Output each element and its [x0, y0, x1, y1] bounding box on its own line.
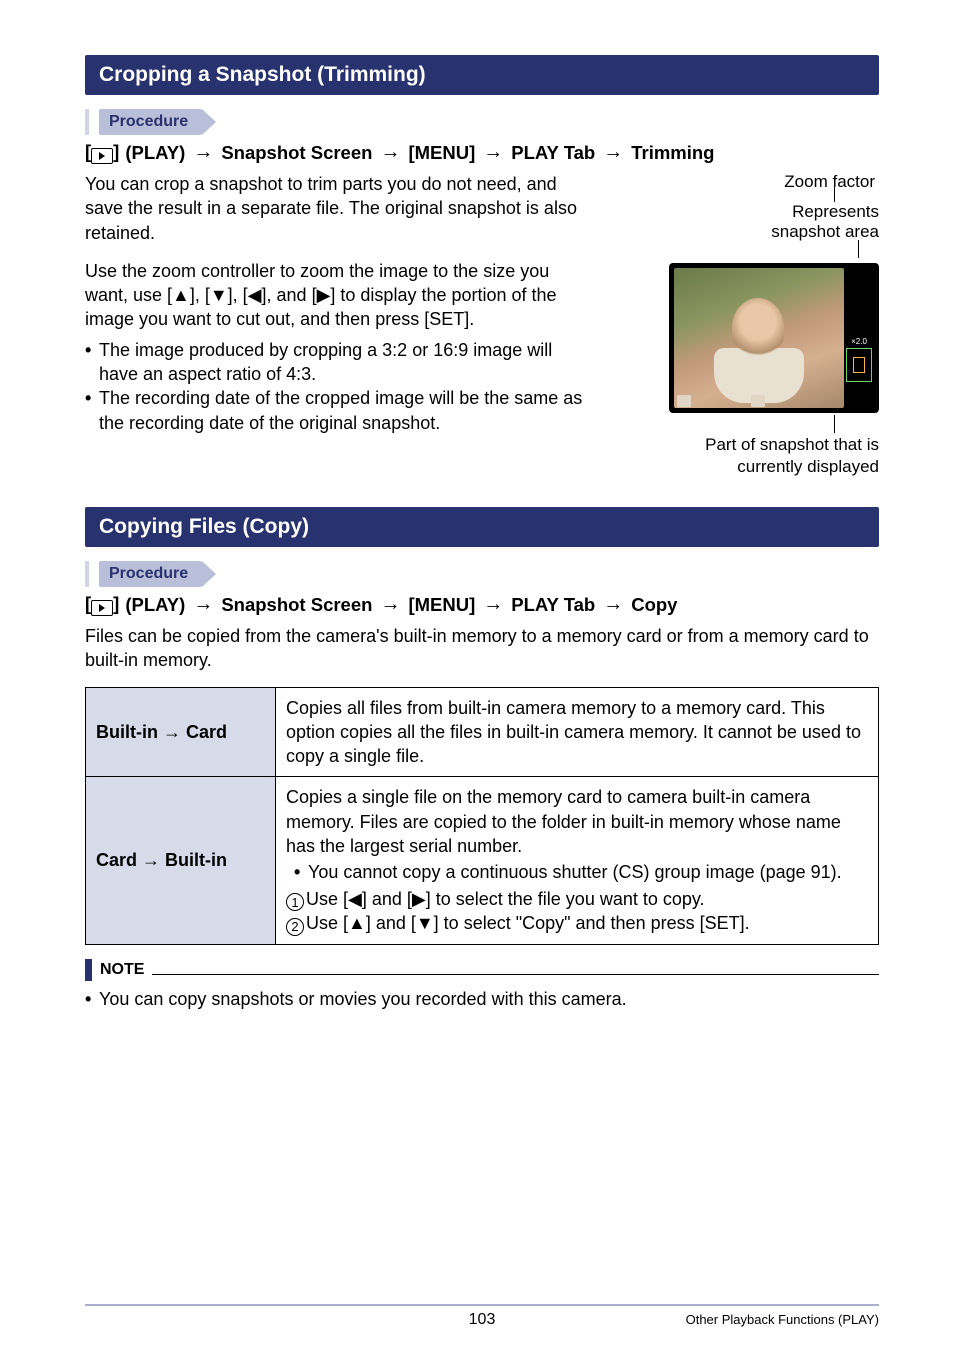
minimap-inner — [853, 357, 865, 373]
part-label-1: Part of snapshot that is — [705, 435, 879, 455]
represents-label-2: snapshot area — [771, 222, 879, 242]
breadcrumb-2: [] (PLAY) → Snapshot Screen → [MENU] → P… — [85, 593, 879, 616]
breadcrumb-step: Snapshot Screen — [221, 142, 372, 164]
note-rule — [152, 974, 879, 975]
copy-table: Built-in → Card Copies all files from bu… — [85, 687, 879, 945]
procedure-row-1: Procedure — [85, 109, 879, 135]
breadcrumb-step: Trimming — [631, 142, 714, 164]
breadcrumb-step: [MENU] — [408, 594, 475, 616]
section1-bullets: The image produced by cropping a 3:2 or … — [85, 338, 589, 435]
note-label: NOTE — [100, 961, 144, 979]
breadcrumb-arrow: → — [193, 141, 213, 164]
section1-bullet: The recording date of the cropped image … — [85, 386, 589, 435]
section1-right: Zoom factor Represents snapshot area ×2.… — [609, 172, 879, 477]
procedure-pill-arrow — [202, 109, 216, 135]
represents-label-1: Represents — [792, 202, 879, 222]
procedure-pill: Procedure — [99, 561, 216, 587]
row-label: Built-in → Card — [86, 687, 276, 777]
row-label: Card → Built-in — [86, 777, 276, 944]
breadcrumb-arrow: → — [603, 593, 623, 616]
thumbnail-minimap: ×2.0 — [845, 337, 873, 407]
represents-pointer — [858, 240, 859, 258]
section1-left: You can crop a snapshot to trim parts yo… — [85, 172, 589, 477]
row-label-arrow: → — [163, 722, 186, 742]
breadcrumb-step: Copy — [631, 594, 677, 616]
row2-bullet: You cannot copy a continuous shutter (CS… — [294, 860, 868, 884]
thumb-icon — [751, 395, 765, 407]
section1-bullet: The image produced by cropping a 3:2 or … — [85, 338, 589, 387]
procedure-pill: Procedure — [99, 109, 216, 135]
note-accent-bar — [85, 959, 92, 981]
section1-para2: Use the zoom controller to zoom the imag… — [85, 259, 589, 332]
play-icon — [91, 148, 113, 164]
thumb-icon — [677, 395, 691, 407]
row2-step2-text: Use [▲] and [▼] to select "Copy" and the… — [306, 913, 750, 933]
row-desc: Copies a single file on the memory card … — [276, 777, 879, 944]
row-label-right: Card — [186, 722, 227, 742]
row-desc: Copies all files from built-in camera me… — [276, 687, 879, 777]
procedure-pill-arrow — [202, 561, 216, 587]
circled-2-icon: 2 — [286, 918, 304, 936]
part-label-2: currently displayed — [737, 457, 879, 477]
play-icon — [91, 600, 113, 616]
breadcrumb-play-prefix: [] — [85, 141, 119, 164]
row2-step2: 2Use [▲] and [▼] to select "Copy" and th… — [286, 911, 868, 936]
thumbnail-preview: ×2.0 — [669, 263, 879, 413]
breadcrumb-1: [] (PLAY) → Snapshot Screen → [MENU] → P… — [85, 141, 879, 164]
circled-1-icon: 1 — [286, 893, 304, 911]
note-item: You can copy snapshots or movies you rec… — [85, 987, 879, 1011]
breadcrumb-arrow: → — [483, 141, 503, 164]
part-pointer — [834, 415, 835, 433]
procedure-accent-bar — [85, 561, 95, 587]
page-footer: 103 Other Playback Functions (PLAY) — [85, 1304, 879, 1327]
breadcrumb-arrow: → — [193, 593, 213, 616]
zoom-pointer — [834, 184, 835, 202]
row2-step1-text: Use [◀] and [▶] to select the file you w… — [306, 889, 705, 909]
breadcrumb-arrow: → — [380, 593, 400, 616]
procedure-label: Procedure — [99, 561, 202, 587]
section1-two-col: You can crop a snapshot to trim parts yo… — [85, 172, 879, 477]
minimap-zoom-text: ×2.0 — [851, 337, 867, 346]
breadcrumb-step: PLAY Tab — [511, 594, 595, 616]
row-label-left: Card — [96, 850, 137, 870]
section2-para1: Files can be copied from the camera's bu… — [85, 624, 879, 673]
breadcrumb-step: (PLAY) — [125, 142, 185, 164]
table-row: Built-in → Card Copies all files from bu… — [86, 687, 879, 777]
table-row: Card → Built-in Copies a single file on … — [86, 777, 879, 944]
breadcrumb-arrow: → — [380, 141, 400, 164]
page-number: 103 — [85, 1311, 879, 1329]
row2-bullets: You cannot copy a continuous shutter (CS… — [294, 860, 868, 884]
minimap-outer — [846, 348, 872, 382]
row-label-arrow: → — [142, 850, 165, 870]
row-label-left: Built-in — [96, 722, 158, 742]
row2-intro: Copies a single file on the memory card … — [286, 787, 841, 856]
breadcrumb-step: Snapshot Screen — [221, 594, 372, 616]
breadcrumb-step: (PLAY) — [125, 594, 185, 616]
procedure-accent-bar — [85, 109, 95, 135]
breadcrumb-arrow: → — [483, 593, 503, 616]
thumbnail-image — [674, 268, 844, 408]
note-heading: NOTE — [85, 959, 879, 981]
row-label-right: Built-in — [165, 850, 227, 870]
procedure-label: Procedure — [99, 109, 202, 135]
section1-header: Cropping a Snapshot (Trimming) — [85, 55, 879, 95]
section2-header: Copying Files (Copy) — [85, 507, 879, 547]
breadcrumb-play-prefix: [] — [85, 593, 119, 616]
note-list: You can copy snapshots or movies you rec… — [85, 987, 879, 1011]
breadcrumb-step: [MENU] — [408, 142, 475, 164]
row2-step1: 1Use [◀] and [▶] to select the file you … — [286, 887, 868, 912]
thumbnail-bottom-icons — [677, 395, 765, 407]
zoom-label: Zoom factor — [784, 172, 879, 192]
procedure-row-2: Procedure — [85, 561, 879, 587]
breadcrumb-step: PLAY Tab — [511, 142, 595, 164]
section1-para1: You can crop a snapshot to trim parts yo… — [85, 172, 589, 245]
breadcrumb-arrow: → — [603, 141, 623, 164]
